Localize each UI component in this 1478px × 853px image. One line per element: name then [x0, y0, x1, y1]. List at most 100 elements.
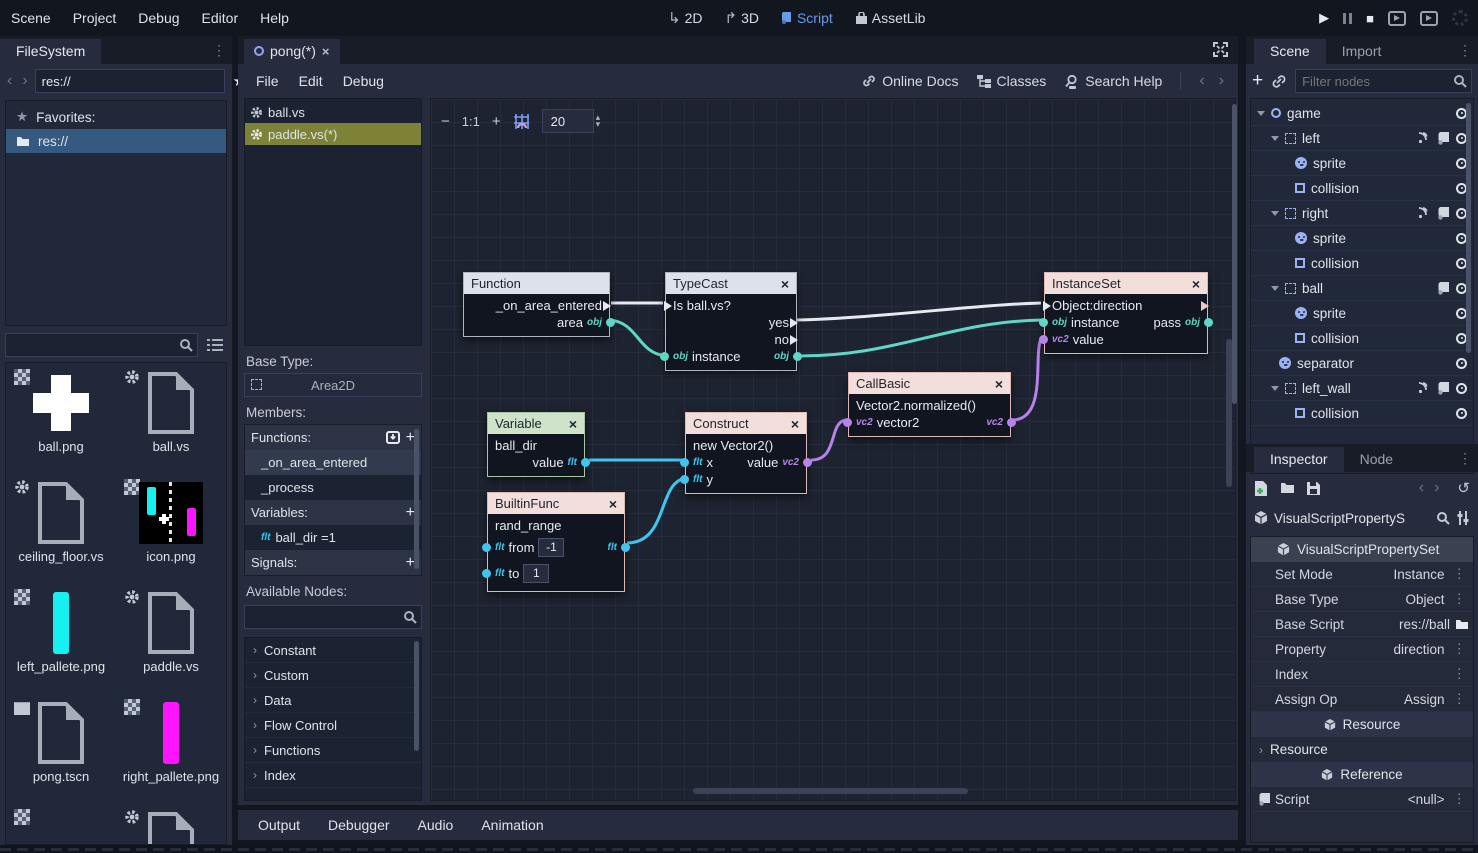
- categories-scrollbar[interactable]: [414, 641, 419, 751]
- tree-scrollbar[interactable]: [1466, 103, 1471, 353]
- snap-step-input[interactable]: [542, 109, 594, 133]
- port-result-out[interactable]: [1007, 418, 1016, 427]
- favorite-res-row[interactable]: res://: [6, 129, 226, 153]
- tree-row-separator[interactable]: separator: [1251, 351, 1473, 376]
- node-instanceset[interactable]: InstanceSet× Object:direction objinstanc…: [1044, 272, 1208, 354]
- tree-row-right[interactable]: right: [1251, 201, 1473, 226]
- menu-debug[interactable]: Debug: [127, 10, 190, 26]
- prop-options-icon[interactable]: ⋮: [1450, 641, 1470, 657]
- port-area-out[interactable]: [606, 318, 615, 327]
- tab-filesystem[interactable]: FileSystem: [0, 39, 101, 64]
- editor-scrollbar[interactable]: [1232, 104, 1237, 404]
- section-reference[interactable]: Reference: [1251, 762, 1473, 787]
- seq-yes-port[interactable]: [790, 318, 798, 328]
- node-typecast[interactable]: TypeCast× Is ball.vs? yes no objinstance…: [665, 272, 797, 371]
- prop-base-script[interactable]: Base Scriptres://ball: [1251, 612, 1473, 637]
- node-callbasic[interactable]: CallBasic× Vector2.normalized() vc2vecto…: [848, 372, 1011, 437]
- prop-set-mode[interactable]: Set ModeInstance⋮: [1251, 562, 1473, 587]
- port-value-out[interactable]: [581, 458, 590, 467]
- workspace-3d-button[interactable]: ↱3D: [716, 9, 766, 27]
- port-instance-in[interactable]: [660, 352, 669, 361]
- override-icon[interactable]: [386, 431, 400, 444]
- port-pass-out[interactable]: [1204, 318, 1213, 327]
- tab-output[interactable]: Output: [248, 817, 310, 833]
- history-back-icon[interactable]: ‹: [1199, 72, 1204, 90]
- snap-down-icon[interactable]: ▾: [596, 121, 601, 128]
- workspace-assetlib-button[interactable]: AssetLib: [847, 10, 934, 26]
- section-resource[interactable]: Resource: [1251, 712, 1473, 737]
- stop-button[interactable]: ■: [1366, 11, 1374, 26]
- tree-row-collision[interactable]: collision: [1251, 176, 1473, 201]
- menu-project[interactable]: Project: [62, 10, 128, 26]
- search-help-button[interactable]: Search Help: [1064, 73, 1162, 89]
- script-icon[interactable]: [1438, 282, 1449, 295]
- tab-audio[interactable]: Audio: [408, 817, 464, 833]
- tab-pong[interactable]: pong(*) ×: [244, 39, 340, 64]
- new-resource-icon[interactable]: [1254, 481, 1268, 496]
- zoom-in-button[interactable]: +: [492, 113, 501, 130]
- prop-index[interactable]: Index⋮: [1251, 662, 1473, 687]
- close-node-icon[interactable]: ×: [781, 276, 789, 292]
- menu-edit[interactable]: Edit: [289, 73, 333, 89]
- menu-editor[interactable]: Editor: [191, 10, 250, 26]
- resource-fold-row[interactable]: › Resource: [1251, 737, 1473, 762]
- object-header[interactable]: VisualScriptPropertySet: [1251, 537, 1473, 562]
- tree-row-ball[interactable]: ball: [1251, 276, 1473, 301]
- nav-forward-button[interactable]: ›: [19, 72, 30, 90]
- prop-script[interactable]: Script<null>⋮: [1251, 787, 1473, 812]
- file-item-clipped[interactable]: [6, 809, 116, 845]
- script-item-ball[interactable]: ball.vs: [245, 101, 421, 123]
- file-ball-png[interactable]: ball.png: [6, 369, 116, 479]
- close-node-icon[interactable]: ×: [995, 376, 1003, 392]
- port-value-out[interactable]: [803, 458, 812, 467]
- online-docs-button[interactable]: Online Docs: [862, 73, 958, 89]
- file-ceiling-floor-vs[interactable]: ceiling_floor.vs: [6, 479, 116, 589]
- node-function[interactable]: Function _on_area_entered areaobj: [463, 272, 610, 337]
- workspace-2d-button[interactable]: ↳2D: [660, 9, 710, 27]
- category-functions[interactable]: ›Functions: [245, 738, 421, 763]
- prop-assign-op[interactable]: Assign OpAssign⋮: [1251, 687, 1473, 712]
- tree-row-collision[interactable]: collision: [1251, 401, 1473, 426]
- script-icon[interactable]: [1438, 207, 1449, 220]
- collapse-icon[interactable]: [1271, 386, 1279, 391]
- seq-in-port[interactable]: [664, 301, 672, 311]
- port-instance-out[interactable]: [793, 352, 802, 361]
- port-instance-in[interactable]: [1039, 318, 1048, 327]
- zoom-out-button[interactable]: −: [441, 113, 450, 130]
- play-custom-scene-button[interactable]: [1420, 11, 1438, 26]
- nodes-search-input[interactable]: [245, 606, 421, 628]
- file-icon-png[interactable]: icon.png: [116, 479, 226, 589]
- file-paddle-vs[interactable]: paddle.vs: [116, 589, 226, 699]
- pause-button[interactable]: [1343, 13, 1352, 24]
- tree-row-left[interactable]: left: [1251, 126, 1473, 151]
- prop-options-icon[interactable]: ⋮: [1450, 566, 1470, 582]
- load-resource-icon[interactable]: [1280, 482, 1295, 494]
- port-x-in[interactable]: [680, 458, 689, 467]
- tree-row-collision[interactable]: collision: [1251, 326, 1473, 351]
- prop-property[interactable]: Propertydirection⋮: [1251, 637, 1473, 662]
- collapse-icon[interactable]: [1271, 211, 1279, 216]
- category-constant[interactable]: ›Constant: [245, 638, 421, 663]
- from-value-field[interactable]: -1: [538, 538, 564, 557]
- play-scene-button[interactable]: [1388, 11, 1406, 26]
- history-forward-icon[interactable]: ›: [1434, 479, 1439, 497]
- history-back-icon[interactable]: ‹: [1419, 479, 1424, 497]
- seq-out-port[interactable]: [1201, 301, 1209, 311]
- node-variable[interactable]: Variable× ball_dir valueflt: [487, 412, 585, 477]
- graph-canvas[interactable]: − 1:1 + ▴▾: [430, 98, 1236, 801]
- tab-scene[interactable]: Scene: [1254, 39, 1326, 64]
- close-tab-icon[interactable]: ×: [322, 44, 330, 59]
- port-to-in[interactable]: [482, 569, 491, 578]
- file-pong-tscn[interactable]: pong.tscn: [6, 699, 116, 809]
- category-flow-control[interactable]: ›Flow Control: [245, 713, 421, 738]
- classes-button[interactable]: Classes: [977, 73, 1047, 89]
- snap-grid-icon[interactable]: [513, 113, 530, 130]
- script-item-paddle[interactable]: paddle.vs(*): [245, 123, 421, 145]
- tree-row-sprite[interactable]: sprite: [1251, 226, 1473, 251]
- instance-scene-icon[interactable]: [1271, 74, 1287, 89]
- seq-no-port[interactable]: [790, 335, 798, 345]
- file-item-clipped[interactable]: [116, 809, 226, 845]
- zoom-reset-button[interactable]: 1:1: [462, 114, 480, 129]
- tab-import[interactable]: Import: [1326, 39, 1398, 64]
- collapse-icon[interactable]: [1271, 286, 1279, 291]
